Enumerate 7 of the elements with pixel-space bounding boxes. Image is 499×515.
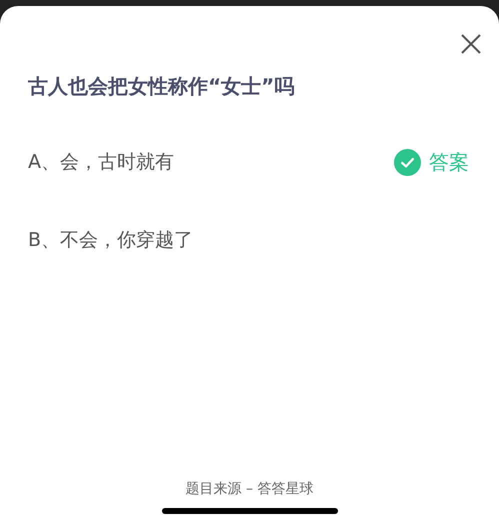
answer-option[interactable]: B、不会，你穿越了 <box>28 227 194 253</box>
answer-option[interactable]: A、会，古时就有 <box>28 149 174 175</box>
close-icon[interactable] <box>459 32 483 56</box>
source-caption: 题目来源 – 答答星球 <box>186 480 314 498</box>
check-icon <box>394 148 421 176</box>
answer-label: 答案 <box>429 148 469 176</box>
question-title: 古人也会把女性称作“女士”吗 <box>28 73 296 100</box>
